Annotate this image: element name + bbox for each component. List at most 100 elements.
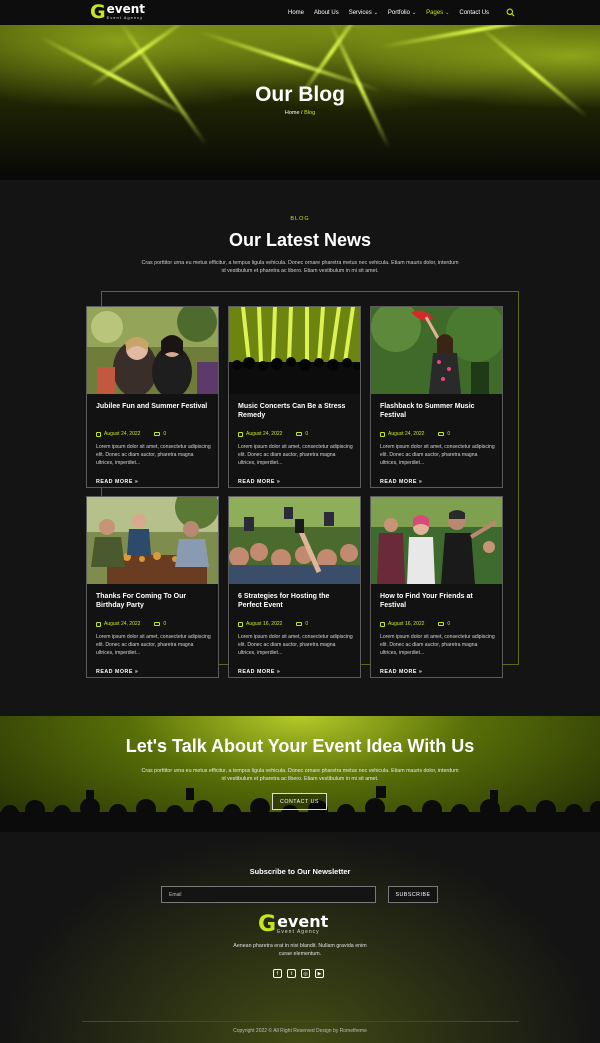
main-menu: Home About Us Services ⌄ Portfolio ⌄ Pages… bbox=[288, 0, 499, 25]
double-arrow-icon: » bbox=[134, 479, 139, 485]
read-more-link[interactable]: READ MORE » bbox=[238, 669, 280, 675]
blog-card[interactable]: How to Find Your Friends at Festival Aug… bbox=[370, 496, 503, 678]
newsletter-email-input[interactable] bbox=[161, 886, 376, 903]
nav-item-services[interactable]: Services ⌄ bbox=[349, 10, 378, 16]
post-meta: August 24, 2022 0 bbox=[96, 431, 166, 437]
post-title[interactable]: Flashback to Summer Music Festival bbox=[380, 402, 495, 420]
post-excerpt: Lorem ipsum dolor sit amet, consectetur … bbox=[380, 444, 495, 466]
calendar-icon bbox=[238, 431, 243, 437]
breadcrumb-home[interactable]: Home bbox=[285, 110, 300, 116]
nav-item-contact[interactable]: Contact Us bbox=[459, 10, 489, 16]
top-navbar: G event Event Agency Home About Us Servi… bbox=[0, 0, 600, 25]
read-more-link[interactable]: READ MORE » bbox=[238, 479, 280, 485]
post-excerpt: Lorem ipsum dolor sit amet, consectetur … bbox=[380, 634, 495, 656]
blog-card[interactable]: Flashback to Summer Music Festival Augus… bbox=[370, 306, 503, 488]
read-more-link[interactable]: READ MORE » bbox=[96, 479, 138, 485]
read-more-link[interactable]: READ MORE » bbox=[96, 669, 138, 675]
post-date: August 16, 2022 bbox=[388, 621, 425, 627]
post-comments: 0 bbox=[163, 431, 167, 437]
post-image bbox=[371, 497, 502, 584]
post-date: August 24, 2022 bbox=[388, 431, 425, 437]
section-kicker: BLOG bbox=[290, 216, 310, 222]
read-more-link[interactable]: READ MORE » bbox=[380, 669, 422, 675]
comment-icon bbox=[154, 621, 161, 627]
post-title[interactable]: Thanks For Coming To Our Birthday Party bbox=[96, 592, 211, 610]
post-excerpt: Lorem ipsum dolor sit amet, consectetur … bbox=[96, 634, 211, 656]
logo-tagline: Event Agency bbox=[106, 15, 144, 20]
logo-wordmark: event bbox=[277, 912, 329, 931]
nav-item-home[interactable]: Home bbox=[288, 10, 304, 16]
copyright-text: Copyright 2022 © All Right Reserved Desi… bbox=[233, 1028, 367, 1034]
instagram-icon[interactable]: ◎ bbox=[301, 969, 310, 978]
subscribe-button[interactable]: SUBSCRIBE bbox=[388, 886, 438, 903]
page-hero: Our Blog Home / Blog bbox=[0, 25, 600, 180]
comment-icon bbox=[438, 431, 445, 437]
breadcrumb: Home / Blog bbox=[284, 110, 316, 116]
read-more-link[interactable]: READ MORE » bbox=[380, 479, 422, 485]
double-arrow-icon: » bbox=[418, 479, 423, 485]
logo-wordmark: event bbox=[106, 2, 145, 16]
section-description: Cras porttitor urna eu metus efficitur, … bbox=[141, 260, 459, 274]
post-image bbox=[229, 307, 360, 394]
cta-description: Cras porttitor urna eu metus efficitur, … bbox=[141, 768, 459, 782]
post-title[interactable]: Music Concerts Can Be a Stress Remedy bbox=[238, 402, 353, 420]
post-comments: 0 bbox=[163, 621, 167, 627]
calendar-icon bbox=[96, 621, 101, 627]
blog-card[interactable]: Thanks For Coming To Our Birthday Party … bbox=[86, 496, 219, 678]
cta-title: Let's Talk About Your Event Idea With Us bbox=[125, 736, 475, 756]
nav-item-portfolio[interactable]: Portfolio ⌄ bbox=[388, 10, 416, 16]
post-meta: August 24, 2022 0 bbox=[96, 621, 166, 627]
double-arrow-icon: » bbox=[276, 479, 281, 485]
post-image bbox=[229, 497, 360, 584]
comment-icon bbox=[296, 431, 303, 437]
post-meta: August 16, 2022 0 bbox=[238, 621, 308, 627]
chevron-down-icon: ⌄ bbox=[411, 9, 417, 16]
post-comments: 0 bbox=[305, 431, 309, 437]
blog-card[interactable]: Music Concerts Can Be a Stress Remedy Au… bbox=[228, 306, 361, 488]
breadcrumb-current: Blog bbox=[304, 110, 316, 116]
page: G event Event Agency Home About Us Servi… bbox=[0, 0, 600, 1043]
post-excerpt: Lorem ipsum dolor sit amet, consectetur … bbox=[96, 444, 211, 466]
footer-description: Aenean pharetra erat in nisi blandit. Nu… bbox=[233, 943, 367, 957]
site-logo[interactable]: G event Event Agency bbox=[90, 1, 145, 23]
site-footer bbox=[0, 832, 600, 1043]
comment-icon bbox=[154, 431, 161, 437]
post-comments: 0 bbox=[447, 431, 451, 437]
footer-divider bbox=[82, 1021, 519, 1022]
comment-icon bbox=[296, 621, 303, 627]
contact-us-button[interactable]: CONTACT US bbox=[272, 793, 327, 810]
post-title[interactable]: 6 Strategies for Hosting the Perfect Eve… bbox=[238, 592, 353, 610]
twitter-icon[interactable]: t bbox=[287, 969, 296, 978]
post-title[interactable]: Jubilee Fun and Summer Festival bbox=[96, 402, 211, 411]
post-title[interactable]: How to Find Your Friends at Festival bbox=[380, 592, 495, 610]
calendar-icon bbox=[238, 621, 243, 627]
footer-logo[interactable]: G event Event Agency bbox=[258, 912, 329, 937]
post-comments: 0 bbox=[305, 621, 309, 627]
blog-card[interactable]: Jubilee Fun and Summer Festival August 2… bbox=[86, 306, 219, 488]
post-meta: August 24, 2022 0 bbox=[380, 431, 450, 437]
nav-item-pages[interactable]: Pages ⌄ bbox=[426, 10, 449, 16]
post-image bbox=[87, 307, 218, 394]
double-arrow-icon: » bbox=[276, 669, 281, 675]
logo-tagline: Event Agency bbox=[277, 929, 320, 935]
logo-g-mark: G bbox=[90, 1, 106, 23]
calendar-icon bbox=[380, 621, 385, 627]
cta-banner: Let's Talk About Your Event Idea With Us… bbox=[0, 716, 600, 832]
blog-card[interactable]: 6 Strategies for Hosting the Perfect Eve… bbox=[228, 496, 361, 678]
post-excerpt: Lorem ipsum dolor sit amet, consectetur … bbox=[238, 634, 353, 656]
logo-g-mark: G bbox=[258, 912, 277, 937]
search-icon[interactable] bbox=[506, 8, 515, 17]
youtube-icon[interactable]: ▶ bbox=[315, 969, 324, 978]
post-date: August 24, 2022 bbox=[246, 431, 283, 437]
facebook-icon[interactable]: f bbox=[273, 969, 282, 978]
social-links: f t ◎ ▶ bbox=[273, 969, 329, 978]
post-comments: 0 bbox=[447, 621, 451, 627]
calendar-icon bbox=[380, 431, 385, 437]
calendar-icon bbox=[96, 431, 101, 437]
chevron-down-icon: ⌄ bbox=[445, 9, 450, 16]
post-excerpt: Lorem ipsum dolor sit amet, consectetur … bbox=[238, 444, 353, 466]
double-arrow-icon: » bbox=[134, 669, 139, 675]
post-image bbox=[87, 497, 218, 584]
double-arrow-icon: » bbox=[418, 669, 423, 675]
nav-item-about[interactable]: About Us bbox=[314, 10, 339, 16]
